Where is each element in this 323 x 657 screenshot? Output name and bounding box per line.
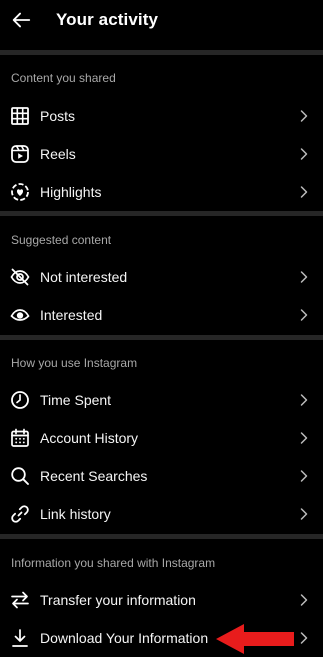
clock-icon [11, 391, 29, 409]
menu-item-label: Posts [40, 108, 76, 124]
highlights-icon [11, 183, 29, 201]
grid-icon [11, 107, 29, 125]
menu-item-transfer-information[interactable]: Transfer your information [0, 581, 323, 619]
menu-item-posts[interactable]: Posts [0, 97, 323, 135]
menu-item-reels[interactable]: Reels [0, 135, 323, 173]
section-divider [0, 534, 323, 539]
menu-item-label: Recent Searches [40, 468, 148, 484]
menu-item-link-history[interactable]: Link history [0, 495, 323, 533]
menu-item-label: Transfer your information [40, 592, 196, 608]
menu-item-label: Time Spent [40, 392, 112, 408]
menu-item-not-interested[interactable]: Not interested [0, 258, 323, 296]
section-divider [0, 50, 323, 55]
transfer-icon [11, 591, 29, 609]
chevron-right-icon [300, 271, 308, 283]
back-button[interactable] [9, 8, 33, 32]
chevron-right-icon [300, 394, 308, 406]
menu-item-recent-searches[interactable]: Recent Searches [0, 457, 323, 495]
page-title: Your activity [56, 10, 159, 29]
reels-icon [11, 145, 29, 163]
menu-item-label: Interested [40, 307, 103, 323]
section-title-how-you-use: How you use Instagram [11, 356, 138, 370]
arrow-left-icon [12, 12, 31, 28]
chevron-right-icon [300, 148, 308, 160]
menu-item-time-spent[interactable]: Time Spent [0, 381, 323, 419]
menu-item-label: Not interested [40, 269, 128, 285]
download-icon [12, 629, 28, 647]
eye-off-icon [10, 268, 30, 286]
chevron-right-icon [300, 470, 308, 482]
chevron-right-icon [300, 594, 308, 606]
chevron-right-icon [300, 508, 308, 520]
chevron-right-icon [300, 632, 308, 644]
chevron-right-icon [300, 309, 308, 321]
search-icon [11, 467, 29, 485]
menu-item-label: Download Your Information [40, 630, 209, 646]
menu-item-interested[interactable]: Interested [0, 296, 323, 334]
menu-item-label: Account History [40, 430, 139, 446]
calendar-icon [11, 428, 29, 447]
chevron-right-icon [300, 110, 308, 122]
section-title-information-shared: Information you shared with Instagram [11, 556, 216, 570]
menu-item-highlights[interactable]: Highlights [0, 173, 323, 211]
header-bar: Your activity [0, 0, 323, 44]
section-title-content-shared: Content you shared [11, 71, 116, 85]
link-icon [11, 505, 29, 523]
section-divider [0, 211, 323, 216]
chevron-right-icon [300, 186, 308, 198]
chevron-right-icon [300, 432, 308, 444]
menu-item-label: Link history [40, 506, 111, 522]
menu-item-account-history[interactable]: Account History [0, 419, 323, 457]
eye-icon [10, 309, 30, 321]
section-title-suggested-content: Suggested content [11, 233, 112, 247]
menu-item-label: Reels [40, 146, 76, 162]
menu-item-label: Highlights [40, 184, 102, 200]
section-divider [0, 335, 323, 340]
annotation-arrow-icon [216, 624, 294, 654]
